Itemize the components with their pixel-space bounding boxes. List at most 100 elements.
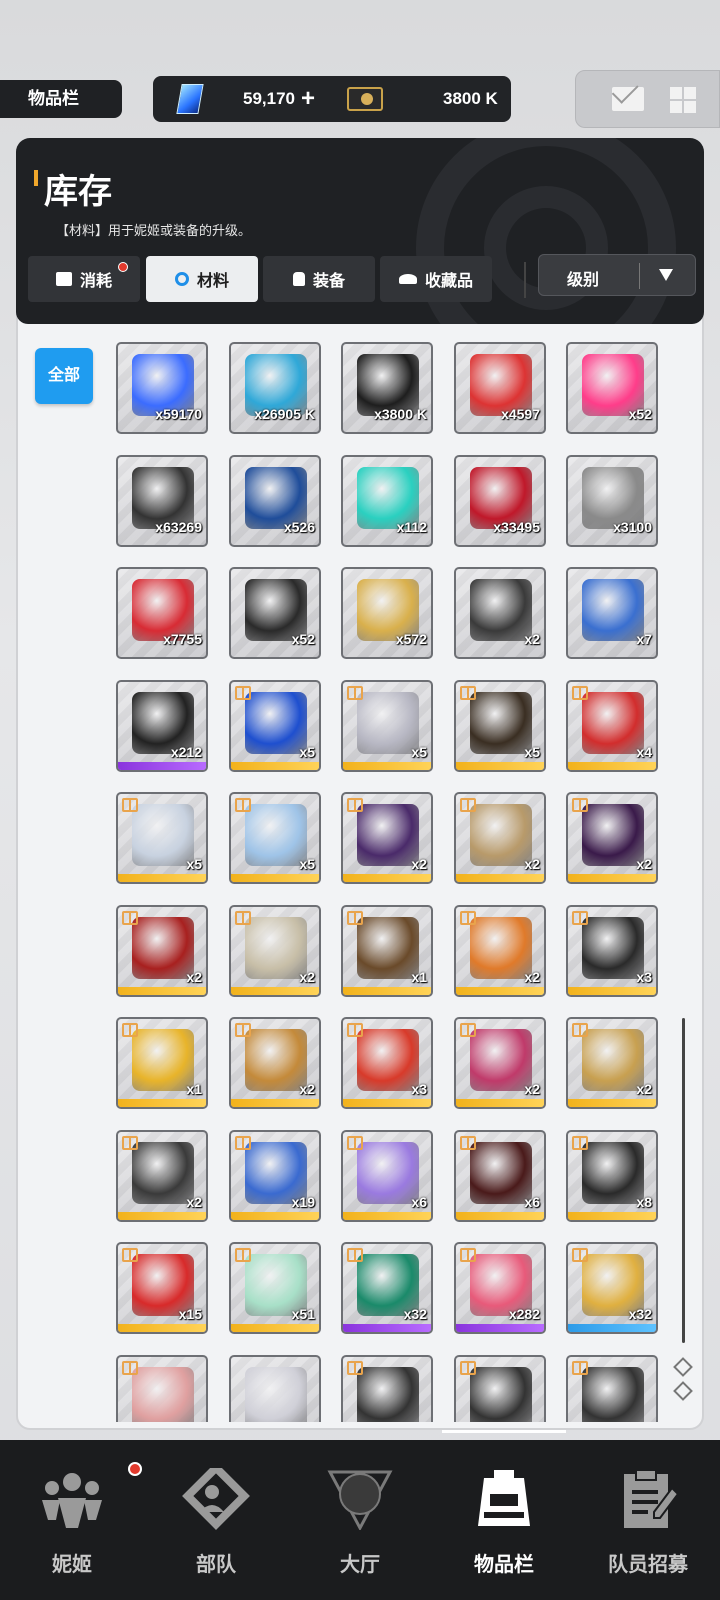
item-image bbox=[582, 1029, 644, 1091]
nav-lobby[interactable]: 大厅 bbox=[288, 1440, 432, 1600]
inventory-item[interactable]: x52 bbox=[229, 567, 321, 659]
gem-amount: 59,170 bbox=[243, 89, 295, 108]
inventory-item[interactable] bbox=[566, 1355, 658, 1422]
inventory-item[interactable]: x3 bbox=[341, 1017, 433, 1109]
nav-nikke[interactable]: 妮姬 bbox=[0, 1440, 144, 1600]
gift-icon bbox=[572, 1361, 588, 1375]
inventory-item[interactable]: x4 bbox=[566, 680, 658, 772]
inventory-item[interactable]: x2 bbox=[454, 905, 546, 997]
inventory-item[interactable]: x8 bbox=[566, 1130, 658, 1222]
inventory-item[interactable]: x52 bbox=[566, 342, 658, 434]
inventory-item[interactable]: x2 bbox=[116, 1130, 208, 1222]
inventory-item[interactable]: x5 bbox=[341, 680, 433, 772]
nav-inventory[interactable]: 物品栏 bbox=[432, 1430, 576, 1600]
inventory-item[interactable]: x2 bbox=[454, 1017, 546, 1109]
inventory-item[interactable]: x7 bbox=[566, 567, 658, 659]
gift-icon bbox=[347, 1023, 363, 1037]
filter-all-button[interactable]: 全部 bbox=[35, 348, 93, 404]
item-count: x5 bbox=[299, 856, 315, 872]
rarity-strip bbox=[343, 1324, 431, 1332]
nav-recruit[interactable]: 队员招募 bbox=[576, 1440, 720, 1600]
tab-consumables[interactable]: 消耗 bbox=[28, 256, 140, 302]
item-image bbox=[470, 1029, 532, 1091]
inventory-item[interactable]: x51 bbox=[229, 1242, 321, 1334]
item-count: x6 bbox=[411, 1194, 427, 1210]
inventory-item[interactable] bbox=[116, 1355, 208, 1422]
inventory-item[interactable]: x6 bbox=[454, 1130, 546, 1222]
inventory-item[interactable]: x3100 bbox=[566, 455, 658, 547]
rarity-strip bbox=[231, 762, 319, 770]
inventory-item[interactable]: x3800 K bbox=[341, 342, 433, 434]
rarity-strip bbox=[231, 987, 319, 995]
inventory-item[interactable]: x2 bbox=[341, 792, 433, 884]
inventory-item[interactable]: x33495 bbox=[454, 455, 546, 547]
item-image bbox=[132, 1367, 194, 1422]
inventory-item[interactable]: x5 bbox=[454, 680, 546, 772]
inventory-item[interactable] bbox=[229, 1355, 321, 1422]
inventory-item[interactable]: x59170 bbox=[116, 342, 208, 434]
gem-currency[interactable]: 59,170 + bbox=[176, 76, 315, 122]
tab-equipment[interactable]: 装备 bbox=[263, 256, 375, 302]
inventory-item[interactable]: x112 bbox=[341, 455, 433, 547]
inventory-item[interactable]: x572 bbox=[341, 567, 433, 659]
rarity-strip bbox=[568, 987, 656, 995]
tab-collectibles[interactable]: 收藏品 bbox=[380, 256, 492, 302]
item-count: x282 bbox=[508, 1306, 540, 1322]
item-image bbox=[357, 804, 419, 866]
inventory-item[interactable]: x3 bbox=[566, 905, 658, 997]
scrollbar[interactable] bbox=[682, 1018, 685, 1343]
inventory-item[interactable]: x19 bbox=[229, 1130, 321, 1222]
inventory-item[interactable]: x5 bbox=[229, 792, 321, 884]
inventory-item[interactable]: x2 bbox=[454, 792, 546, 884]
item-image bbox=[470, 1367, 532, 1422]
item-count: x572 bbox=[395, 631, 427, 647]
inventory-item[interactable]: x63269 bbox=[116, 455, 208, 547]
nav-squad[interactable]: 部队 bbox=[144, 1440, 288, 1600]
gift-icon bbox=[347, 1136, 363, 1150]
inventory-item[interactable]: x2 bbox=[116, 905, 208, 997]
currency-bar: 59,170 + 3800 K bbox=[153, 76, 511, 122]
gift-icon bbox=[347, 911, 363, 925]
inventory-item[interactable]: x2 bbox=[229, 905, 321, 997]
top-right-buttons bbox=[575, 70, 720, 128]
inventory-item[interactable]: x7755 bbox=[116, 567, 208, 659]
credit-currency: 3800 K bbox=[347, 76, 498, 122]
inventory-item[interactable]: x26905 K bbox=[229, 342, 321, 434]
inventory-icon bbox=[470, 1468, 538, 1530]
inventory-item[interactable]: x1 bbox=[116, 1017, 208, 1109]
item-count: x15 bbox=[178, 1306, 202, 1322]
inventory-item[interactable]: x32 bbox=[341, 1242, 433, 1334]
item-count: x7755 bbox=[163, 631, 202, 647]
inventory-item[interactable]: x2 bbox=[566, 1017, 658, 1109]
inventory-item[interactable] bbox=[454, 1355, 546, 1422]
squad-icon bbox=[182, 1462, 250, 1530]
item-image bbox=[132, 1029, 194, 1091]
screen-title: 物品栏 bbox=[0, 80, 122, 118]
item-count: x2 bbox=[186, 1194, 202, 1210]
gift-icon bbox=[572, 911, 588, 925]
inventory-item[interactable]: x526 bbox=[229, 455, 321, 547]
add-gems-button[interactable]: + bbox=[301, 85, 315, 113]
inventory-item[interactable]: x282 bbox=[454, 1242, 546, 1334]
mail-icon[interactable] bbox=[612, 87, 644, 111]
inventory-item[interactable]: x6 bbox=[341, 1130, 433, 1222]
rarity-strip bbox=[456, 1212, 544, 1220]
sort-dropdown[interactable]: 级别 bbox=[538, 254, 696, 296]
item-count: x2 bbox=[636, 1081, 652, 1097]
inventory-item[interactable] bbox=[341, 1355, 433, 1422]
inventory-item[interactable]: x1 bbox=[341, 905, 433, 997]
inventory-item[interactable]: x4597 bbox=[454, 342, 546, 434]
gift-icon bbox=[347, 1361, 363, 1375]
inventory-item[interactable]: x32 bbox=[566, 1242, 658, 1334]
inventory-item[interactable]: x2 bbox=[566, 792, 658, 884]
inventory-item[interactable]: x5 bbox=[116, 792, 208, 884]
menu-grid-icon[interactable] bbox=[670, 87, 696, 113]
inventory-item[interactable]: x15 bbox=[116, 1242, 208, 1334]
inventory-item[interactable]: x2 bbox=[454, 567, 546, 659]
tab-materials[interactable]: 材料 bbox=[146, 256, 258, 302]
inventory-item[interactable]: x5 bbox=[229, 680, 321, 772]
inventory-item[interactable]: x212 bbox=[116, 680, 208, 772]
item-count: x33495 bbox=[493, 519, 540, 535]
inventory-item[interactable]: x2 bbox=[229, 1017, 321, 1109]
rarity-strip bbox=[456, 762, 544, 770]
